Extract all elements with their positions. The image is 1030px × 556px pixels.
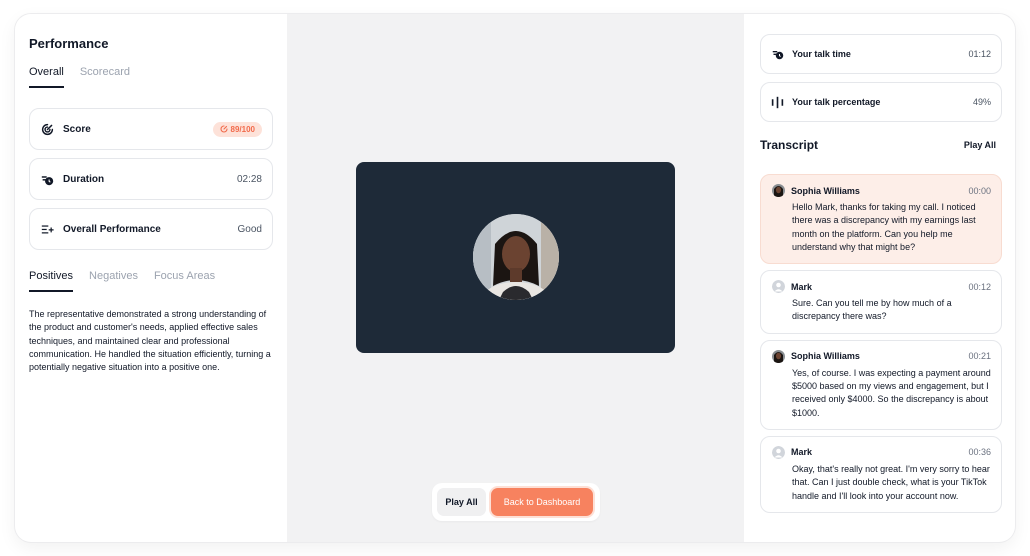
avatar bbox=[772, 349, 785, 363]
message-text: Sure. Can you tell me by how much of a d… bbox=[792, 298, 952, 322]
video-tile bbox=[356, 162, 675, 353]
transcript-message[interactable]: Sophia Williams 00:21 Yes, of course. I … bbox=[760, 339, 1002, 430]
call-stage: Play All Back to Dashboard bbox=[287, 14, 744, 542]
avatar bbox=[772, 184, 785, 197]
overall-performance-card: Overall Performance Good bbox=[29, 208, 273, 250]
speaker-name: Mark bbox=[791, 447, 813, 458]
playback-controls: Play All Back to Dashboard bbox=[432, 483, 600, 521]
talk-time-card: Your talk time 01:12 bbox=[760, 34, 1002, 74]
transcript-header: Transcript Play All bbox=[760, 138, 1002, 152]
score-gauge-icon bbox=[41, 123, 54, 136]
avatar bbox=[772, 280, 785, 294]
score-label: Score bbox=[63, 123, 91, 135]
message-timestamp[interactable]: 00:21 bbox=[968, 351, 991, 361]
tab-positives[interactable]: Positives bbox=[29, 270, 74, 292]
transcript-list: Sophia Williams 00:00 Hello Mark, thanks… bbox=[760, 174, 1002, 513]
transcript-message[interactable]: Sophia Williams 00:00 Hello Mark, thanks… bbox=[760, 174, 1002, 265]
talk-time-label: Your talk time bbox=[792, 49, 851, 59]
feedback-tabs: Positives Negatives Focus Areas bbox=[29, 270, 273, 292]
speaker-name: Mark bbox=[791, 281, 813, 292]
talk-percentage-value: 49% bbox=[972, 97, 991, 107]
app-window: Performance Overall Scorecard Score 89/1… bbox=[15, 14, 1015, 542]
duration-card: Duration 02:28 bbox=[29, 158, 273, 200]
bars-icon bbox=[771, 96, 784, 109]
talk-percentage-label: Your talk percentage bbox=[792, 97, 881, 107]
score-value: 89/100 bbox=[230, 124, 255, 134]
timer-icon bbox=[41, 173, 54, 186]
list-sparkle-icon bbox=[41, 223, 54, 236]
score-badge-icon bbox=[220, 125, 228, 133]
talk-time-value: 01:12 bbox=[968, 49, 991, 59]
panel-title: Performance bbox=[29, 36, 109, 51]
score-card: Score 89/100 bbox=[29, 108, 273, 150]
back-to-dashboard-button[interactable]: Back to Dashboard bbox=[491, 488, 593, 516]
speaker-name: Sophia Williams bbox=[791, 351, 860, 362]
duration-label: Duration bbox=[63, 173, 105, 185]
talk-percentage-card: Your talk percentage 49% bbox=[760, 82, 1002, 122]
timer-icon bbox=[771, 48, 784, 61]
overall-performance-value: Good bbox=[237, 223, 262, 235]
tab-focus-areas[interactable]: Focus Areas bbox=[154, 270, 215, 292]
message-text: Yes, of course. I was expecting a paymen… bbox=[792, 367, 991, 418]
caller-avatar bbox=[473, 214, 559, 300]
transcript-play-all-button[interactable]: Play All bbox=[964, 140, 996, 150]
performance-panel: Performance Overall Scorecard Score 89/1… bbox=[15, 14, 287, 542]
message-timestamp[interactable]: 00:36 bbox=[968, 447, 991, 457]
transcript-message[interactable]: Mark 00:12 Sure. Can you tell me by how … bbox=[760, 270, 1002, 334]
performance-tabs: Overall Scorecard bbox=[29, 66, 273, 88]
overall-performance-label: Overall Performance bbox=[63, 223, 161, 235]
feedback-text: The representative demonstrated a strong… bbox=[29, 309, 271, 373]
avatar bbox=[772, 445, 785, 459]
transcript-message[interactable]: Mark 00:36 Okay, that's really not great… bbox=[760, 435, 1002, 513]
tab-scorecard[interactable]: Scorecard bbox=[80, 66, 130, 88]
transcript-title: Transcript bbox=[760, 138, 819, 152]
message-timestamp[interactable]: 00:12 bbox=[968, 282, 991, 292]
message-text: Okay, that's really not great. I'm very … bbox=[792, 463, 990, 501]
play-all-button[interactable]: Play All bbox=[437, 488, 486, 516]
message-timestamp[interactable]: 00:00 bbox=[968, 186, 991, 196]
speaker-name: Sophia Williams bbox=[791, 185, 860, 196]
transcript-panel: Your talk time 01:12 Your talk percentag… bbox=[744, 14, 1015, 542]
duration-value: 02:28 bbox=[236, 173, 262, 185]
tab-overall[interactable]: Overall bbox=[29, 66, 64, 88]
tab-negatives[interactable]: Negatives bbox=[89, 270, 138, 292]
message-text: Hello Mark, thanks for taking my call. I… bbox=[792, 202, 976, 252]
score-badge: 89/100 bbox=[212, 121, 262, 137]
